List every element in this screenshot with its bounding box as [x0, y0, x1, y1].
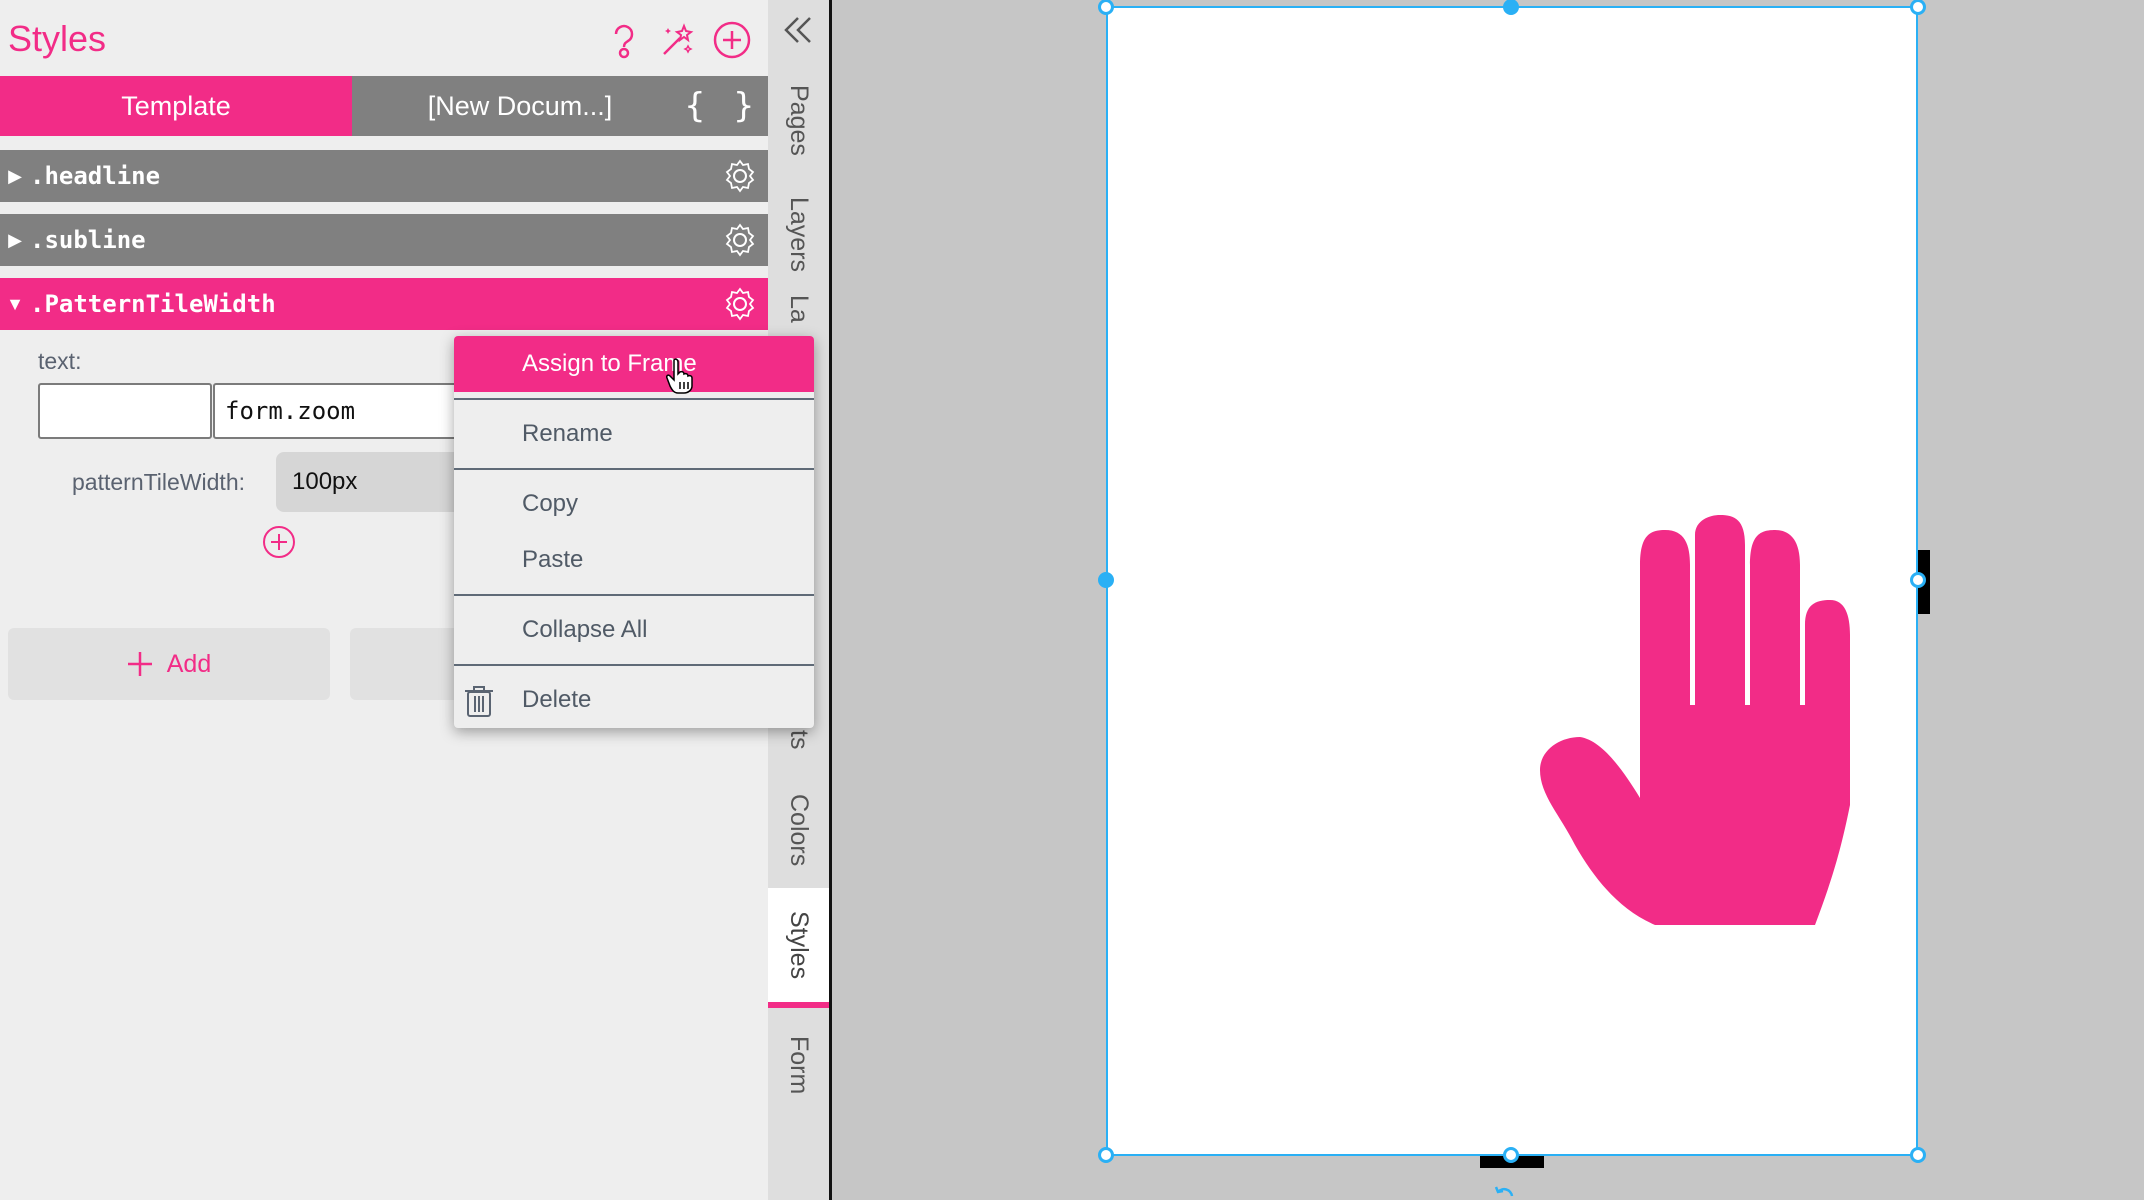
- property-label: patternTileWidth:: [72, 469, 245, 495]
- menu-item-rename[interactable]: Rename: [454, 406, 814, 462]
- side-tab-layers[interactable]: Layers: [768, 180, 829, 290]
- context-menu: Assign to Frame Rename Copy Paste Collap…: [454, 336, 814, 728]
- hand-pointer-cursor-icon: [666, 358, 693, 394]
- rotate-icon[interactable]: [1494, 1186, 1516, 1200]
- header-icons: [604, 20, 752, 60]
- document-tabs: Template [New Docum...] { }: [0, 76, 768, 136]
- double-chevron-left-icon[interactable]: [780, 10, 820, 50]
- app: Styles Template [New Docum...] { } ▶ .he…: [0, 0, 2144, 1200]
- style-row-patterntilewidth[interactable]: ▼ .PatternTileWidth: [0, 278, 768, 330]
- menu-item-paste[interactable]: Paste: [454, 532, 814, 588]
- gear-icon[interactable]: [722, 158, 758, 194]
- collapse-caret-icon[interactable]: ▼: [0, 294, 30, 315]
- menu-item-delete-label: Delete: [522, 686, 592, 713]
- code-braces-button[interactable]: { }: [685, 76, 758, 136]
- side-tab-assets[interactable]: ts: [768, 725, 829, 755]
- add-circle-icon[interactable]: [712, 20, 752, 60]
- gear-icon[interactable]: [722, 222, 758, 258]
- menu-item-delete[interactable]: Delete: [454, 672, 814, 728]
- add-button[interactable]: Add: [8, 628, 330, 700]
- text-prefix-input[interactable]: [38, 383, 212, 439]
- add-property-icon[interactable]: [262, 525, 296, 559]
- side-tab-styles[interactable]: Styles: [768, 888, 829, 1008]
- style-row-subline[interactable]: ▶ .subline: [0, 214, 768, 266]
- handle-middle-right[interactable]: [1910, 572, 1926, 588]
- menu-separator: [454, 664, 814, 666]
- hand-shape[interactable]: [1540, 515, 1885, 925]
- plus-icon: [127, 652, 152, 676]
- menu-separator: [454, 468, 814, 470]
- style-row-headline[interactable]: ▶ .headline: [0, 150, 768, 202]
- tab-template[interactable]: Template: [0, 76, 352, 136]
- tab-new-document-label: [New Docum...]: [427, 90, 613, 121]
- help-icon[interactable]: [604, 20, 644, 60]
- menu-separator: [454, 594, 814, 596]
- panel-title: Styles: [8, 18, 107, 59]
- text-label: text:: [38, 348, 82, 374]
- text-value-input[interactable]: form.zoom: [213, 383, 473, 439]
- side-tab-layouts[interactable]: La: [768, 295, 829, 335]
- handle-bottom-center[interactable]: [1503, 1147, 1519, 1163]
- expand-caret-icon[interactable]: ▶: [0, 166, 30, 187]
- handle-bottom-right[interactable]: [1910, 1147, 1926, 1163]
- style-name: .headline: [30, 162, 161, 190]
- style-name: .PatternTileWidth: [30, 290, 276, 318]
- expand-caret-icon[interactable]: ▶: [0, 230, 30, 251]
- gear-icon[interactable]: [722, 286, 758, 322]
- handle-middle-left[interactable]: [1098, 572, 1114, 588]
- style-name: .subline: [30, 226, 146, 254]
- trash-icon: [465, 686, 493, 717]
- menu-item-copy[interactable]: Copy: [454, 476, 814, 532]
- add-button-label: Add: [166, 649, 212, 678]
- tab-new-document[interactable]: [New Docum...] { }: [352, 76, 768, 136]
- side-tab-form[interactable]: Form: [768, 1020, 829, 1110]
- menu-item-collapse-all[interactable]: Collapse All: [454, 602, 814, 658]
- property-value-input[interactable]: 100px: [276, 452, 476, 512]
- side-tab-colors[interactable]: Colors: [768, 780, 829, 880]
- menu-separator: [454, 398, 814, 400]
- menu-item-assign-to-frame[interactable]: Assign to Frame: [454, 336, 814, 392]
- magic-wand-icon[interactable]: [658, 20, 698, 60]
- handle-bottom-left[interactable]: [1098, 1147, 1114, 1163]
- side-tab-pages[interactable]: Pages: [768, 70, 829, 170]
